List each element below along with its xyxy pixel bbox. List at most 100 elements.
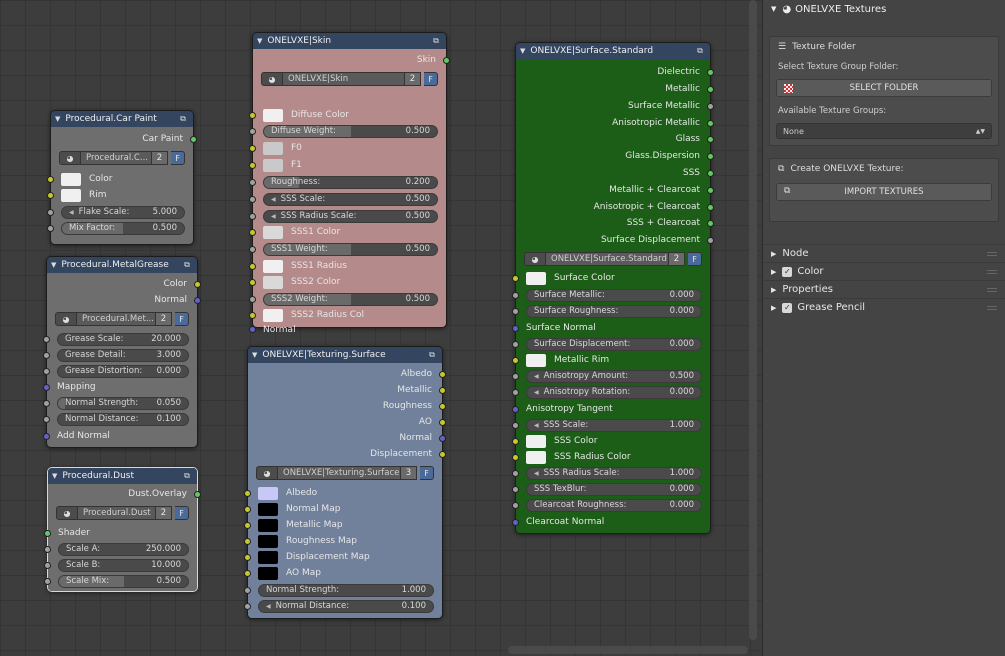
datablock-name[interactable]: Procedural.Dust — [78, 506, 156, 520]
scale-mix-field[interactable]: Scale Mix: 0.500 — [58, 574, 189, 588]
expand-icon[interactable]: ▶ — [771, 250, 776, 258]
expand-icon[interactable]: ▶ — [771, 286, 776, 294]
socket-flake-scale[interactable]: ◀ Flake Scale: 5.000 — [47, 204, 193, 220]
socket-dot[interactable] — [44, 529, 51, 537]
grease-scale-field[interactable]: Grease Scale: 20.000 — [57, 332, 189, 346]
sphere-icon[interactable]: ◕ — [256, 466, 278, 480]
sphere-icon[interactable]: ◕ — [55, 312, 77, 326]
surface-displacement-field[interactable]: Surface Displacement: 0.000 — [526, 337, 702, 351]
node-header[interactable]: ▼ ONELVXE|Skin ⧉ — [253, 33, 446, 49]
node-surface-standard[interactable]: ▼ ONELVXE|Surface.Standard ⧉ Dielectric Me… — [512, 42, 714, 534]
panel-properties[interactable]: ▶ Properties — [763, 280, 1005, 298]
datablock-selector[interactable]: ◕ ONELVXE|Surface.Standard 2 F — [524, 252, 702, 266]
horizontal-scrollbar[interactable] — [508, 646, 748, 654]
socket-dot[interactable] — [190, 135, 197, 143]
socket-dot[interactable] — [512, 274, 519, 282]
import-textures-button[interactable]: ⧉ IMPORT TEXTURES — [776, 183, 992, 201]
color-swatch[interactable] — [526, 271, 546, 285]
socket-dot[interactable] — [707, 203, 714, 211]
socket-dot[interactable] — [194, 296, 201, 304]
collapse-icon[interactable]: ▼ — [55, 115, 60, 123]
anisotropy-amount-field[interactable]: ◀ Anisotropy Amount: 0.500 — [526, 369, 702, 383]
node-header[interactable]: ▼ Procedural.Car Paint ⧉ — [51, 111, 193, 127]
datablock-name[interactable]: ONELVXE|Texturing.Surface — [278, 466, 401, 480]
collapse-icon[interactable]: ▼ — [252, 351, 257, 359]
fake-user-button[interactable]: F — [175, 312, 189, 326]
datablock-selector[interactable]: ◕ ONELVXE|Texturing.Surface 3 F — [256, 466, 434, 480]
color-swatch[interactable] — [258, 518, 278, 532]
collapse-icon[interactable]: ▼ — [520, 47, 525, 55]
socket-dot[interactable] — [512, 453, 519, 461]
node-header[interactable]: ▼ Procedural.MetalGrease ⧉ — [47, 257, 197, 273]
grip-icon[interactable] — [987, 269, 997, 274]
socket-dot[interactable] — [194, 280, 201, 288]
socket-dot[interactable] — [439, 370, 446, 378]
socket-dot[interactable] — [439, 418, 446, 426]
socket-dot[interactable] — [707, 152, 714, 160]
socket-dot[interactable] — [443, 56, 450, 64]
vertical-scrollbar[interactable] — [749, 0, 757, 640]
fake-user-button[interactable]: F — [175, 506, 189, 520]
node-header[interactable]: ▼ ONELVXE|Surface.Standard ⧉ — [516, 43, 710, 59]
panel-color[interactable]: ▶ ✓ Color — [763, 262, 1005, 280]
collapse-icon[interactable]: ▼ — [51, 261, 56, 269]
scale-a-field[interactable]: Scale A: 250.000 — [58, 542, 189, 556]
socket-dot[interactable] — [707, 135, 714, 143]
normal-strength-field[interactable]: Normal Strength: 1.000 — [258, 583, 434, 597]
socket-dot[interactable] — [439, 386, 446, 394]
datablock-selector[interactable]: ◕ Procedural.C... 2 F — [59, 151, 185, 165]
sss2-weight-field[interactable]: SSS2 Weight: 0.500 — [263, 292, 438, 306]
node-dust[interactable]: ▼ Procedural.Dust ⧉ Dust.Overlay ◕ Procedur… — [44, 467, 201, 592]
datablock-selector[interactable]: ◕ Procedural.Met... 2 F — [55, 312, 189, 326]
socket-dot[interactable] — [707, 219, 714, 227]
color-swatch[interactable] — [258, 566, 278, 580]
socket-mix-factor[interactable]: Mix Factor: 0.500 — [47, 220, 193, 236]
anisotropy-rotation-field[interactable]: ◀ Anisotropy Rotation: 0.000 — [526, 385, 702, 399]
checkbox-icon[interactable]: ✓ — [782, 302, 793, 313]
number-field[interactable]: ◀ Flake Scale: 5.000 — [61, 205, 185, 219]
color-swatch[interactable] — [258, 550, 278, 564]
color-swatch[interactable] — [263, 259, 283, 273]
node-metal-grease[interactable]: ▼ Procedural.MetalGrease ⧉ Color Normal ◕ P… — [43, 256, 201, 448]
socket-dot[interactable] — [512, 437, 519, 445]
datablock-selector[interactable]: ◕ Procedural.Dust 2 F — [56, 506, 189, 520]
socket-dot[interactable] — [439, 450, 446, 458]
surface-roughness-field[interactable]: Surface Roughness: 0.000 — [526, 304, 702, 318]
datablock-name[interactable]: Procedural.Met... — [77, 312, 156, 326]
node-group-icon[interactable]: ⧉ — [181, 260, 193, 270]
node-header[interactable]: ▼ ONELVXE|Texturing.Surface ⧉ — [248, 347, 442, 363]
socket-dot[interactable] — [244, 537, 251, 545]
node-header[interactable]: ▼ Procedural.Dust ⧉ — [48, 468, 197, 484]
socket-dot[interactable] — [707, 85, 714, 93]
sss-radius-scale-field[interactable]: ◀ SSS Radius Scale: 0.500 — [263, 209, 438, 223]
socket-dot[interactable] — [194, 490, 201, 498]
node-editor[interactable]: ▼ Procedural.Car Paint ⧉ Car Paint ◕ Proced… — [0, 0, 762, 656]
grip-icon[interactable] — [987, 287, 997, 292]
grease-distortion-field[interactable]: Grease Distortion: 0.000 — [57, 364, 189, 378]
normal-distance-field[interactable]: ◀ Normal Distance: 0.100 — [258, 599, 434, 613]
sphere-icon[interactable]: ◕ — [261, 72, 283, 86]
socket-rim-in[interactable]: Rim — [47, 187, 193, 203]
socket-dot[interactable] — [512, 356, 519, 364]
node-group-icon[interactable]: ⧉ — [426, 350, 438, 360]
node-group-icon[interactable]: ⧉ — [694, 46, 706, 56]
sss1-weight-field[interactable]: SSS1 Weight: 0.500 — [263, 242, 438, 256]
sss-scale-field[interactable]: ◀ SSS Scale: 0.500 — [263, 192, 438, 206]
color-swatch[interactable] — [258, 502, 278, 516]
socket-dot[interactable] — [244, 569, 251, 577]
fake-user-button[interactable]: F — [420, 466, 434, 480]
sss-texblur-field[interactable]: SSS TexBlur: 0.000 — [526, 482, 702, 496]
sss-scale-field[interactable]: ◀ SSS Scale: 1.000 — [526, 418, 702, 432]
color-swatch[interactable] — [263, 158, 283, 172]
panel-grease-pencil[interactable]: ▶ ✓ Grease Pencil — [763, 298, 1005, 316]
socket-dot[interactable] — [707, 102, 714, 110]
color-swatch[interactable] — [61, 188, 81, 202]
collapse-icon[interactable]: ▼ — [52, 472, 57, 480]
expand-icon[interactable]: ▶ — [771, 304, 776, 312]
grip-icon[interactable] — [987, 251, 997, 256]
socket-color-in[interactable]: Color — [47, 171, 193, 187]
color-swatch[interactable] — [526, 434, 546, 448]
color-swatch[interactable] — [263, 308, 283, 322]
socket-dot[interactable] — [43, 383, 50, 391]
socket-dot[interactable] — [244, 505, 251, 513]
